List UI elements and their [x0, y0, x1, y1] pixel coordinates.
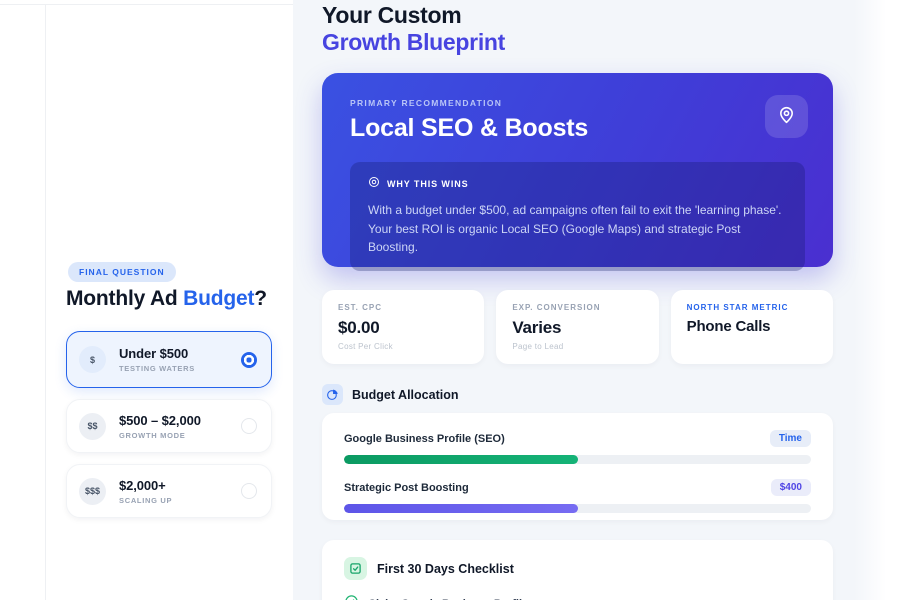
metric-label: EST. CPC [338, 303, 468, 312]
progress-fill-green [344, 455, 578, 464]
why-this-wins-label: WHY THIS WINS [387, 179, 469, 189]
vertical-divider [45, 4, 46, 600]
radio-selected[interactable] [241, 352, 257, 368]
allocation-badge: Time [770, 430, 811, 447]
metrics-row: EST. CPC $0.00 Cost Per Click EXP. CONVE… [322, 290, 833, 364]
page: FINAL QUESTION Monthly Ad Budget? $ Unde… [0, 0, 900, 600]
main-panel: Your Custom Growth Blueprint PRIMARY REC… [293, 0, 900, 600]
final-question-badge: FINAL QUESTION [68, 262, 176, 282]
allocation-row-seo: Google Business Profile (SEO) Time [344, 430, 811, 464]
option-label: Under $500 [119, 346, 241, 361]
triple-dollar-icon: $$$ [79, 478, 106, 505]
metric-value: $0.00 [338, 318, 468, 338]
question-prefix: Monthly Ad [66, 287, 183, 310]
option-sublabel: GROWTH MODE [119, 431, 241, 440]
metric-value: Varies [512, 318, 642, 338]
location-pin-button[interactable] [765, 95, 808, 138]
option-label: $2,000+ [119, 478, 241, 493]
budget-allocation-header: Budget Allocation [322, 384, 458, 405]
budget-allocation-title: Budget Allocation [352, 388, 458, 402]
metric-sublabel: Cost Per Click [338, 342, 468, 351]
metric-card-north-star: NORTH STAR METRIC Phone Calls [671, 290, 833, 364]
allocation-row-boosting: Strategic Post Boosting $400 [344, 479, 811, 513]
double-dollar-icon: $$ [79, 413, 106, 440]
why-this-wins-text: With a budget under $500, ad campaigns o… [368, 201, 787, 257]
target-icon [368, 175, 380, 193]
recommendation-title: Local SEO & Boosts [350, 114, 805, 143]
right-edge-fade [854, 0, 900, 600]
option-sublabel: TESTING WATERS [119, 364, 241, 373]
allocation-name: Google Business Profile (SEO) [344, 433, 505, 445]
first-30-days-checklist-card: First 30 Days Checklist Claim Google Bus… [322, 540, 833, 600]
budget-allocation-card: Google Business Profile (SEO) Time Strat… [322, 413, 833, 520]
radio-unselected[interactable] [241, 483, 257, 499]
progress-fill-indigo [344, 504, 578, 513]
why-this-wins-box: WHY THIS WINS With a budget under $500, … [350, 162, 805, 271]
radio-unselected[interactable] [241, 418, 257, 434]
option-text: $2,000+ SCALING UP [119, 478, 241, 505]
option-text: Under $500 TESTING WATERS [119, 346, 241, 373]
budget-option-500-2000[interactable]: $$ $500 – $2,000 GROWTH MODE [66, 399, 272, 453]
checklist-title: First 30 Days Checklist [377, 562, 514, 576]
metric-sublabel: Page to Lead [512, 342, 642, 351]
page-title: Your Custom Growth Blueprint [322, 2, 505, 56]
metric-value: Phone Calls [687, 318, 817, 335]
question-heading: Monthly Ad Budget? [66, 287, 267, 311]
pie-chart-icon [322, 384, 343, 405]
primary-recommendation-card: PRIMARY RECOMMENDATION Local SEO & Boost… [322, 73, 833, 267]
dollar-icon: $ [79, 346, 106, 373]
allocation-name: Strategic Post Boosting [344, 482, 469, 494]
allocation-badge: $400 [771, 479, 811, 496]
metric-card-cpc: EST. CPC $0.00 Cost Per Click [322, 290, 484, 364]
page-title-line2: Growth Blueprint [322, 29, 505, 56]
metric-card-conversion: EXP. CONVERSION Varies Page to Lead [496, 290, 658, 364]
option-sublabel: SCALING UP [119, 496, 241, 505]
progress-track [344, 455, 811, 464]
circle-check-icon [344, 594, 359, 600]
question-highlight: Budget [183, 287, 254, 310]
metric-label: EXP. CONVERSION [512, 303, 642, 312]
page-title-line1: Your Custom [322, 2, 505, 29]
sidebar: FINAL QUESTION Monthly Ad Budget? $ Unde… [0, 0, 293, 600]
option-label: $500 – $2,000 [119, 413, 241, 428]
checklist-item[interactable]: Claim Google Business Profile [344, 594, 811, 600]
top-divider [0, 4, 293, 5]
option-text: $500 – $2,000 GROWTH MODE [119, 413, 241, 440]
recommendation-eyebrow: PRIMARY RECOMMENDATION [350, 98, 805, 108]
budget-option-2000-plus[interactable]: $$$ $2,000+ SCALING UP [66, 464, 272, 518]
location-pin-icon [776, 104, 797, 130]
question-suffix: ? [254, 287, 267, 310]
budget-option-under-500[interactable]: $ Under $500 TESTING WATERS [66, 331, 272, 388]
metric-label: NORTH STAR METRIC [687, 303, 817, 312]
progress-track [344, 504, 811, 513]
check-square-icon [344, 557, 367, 580]
